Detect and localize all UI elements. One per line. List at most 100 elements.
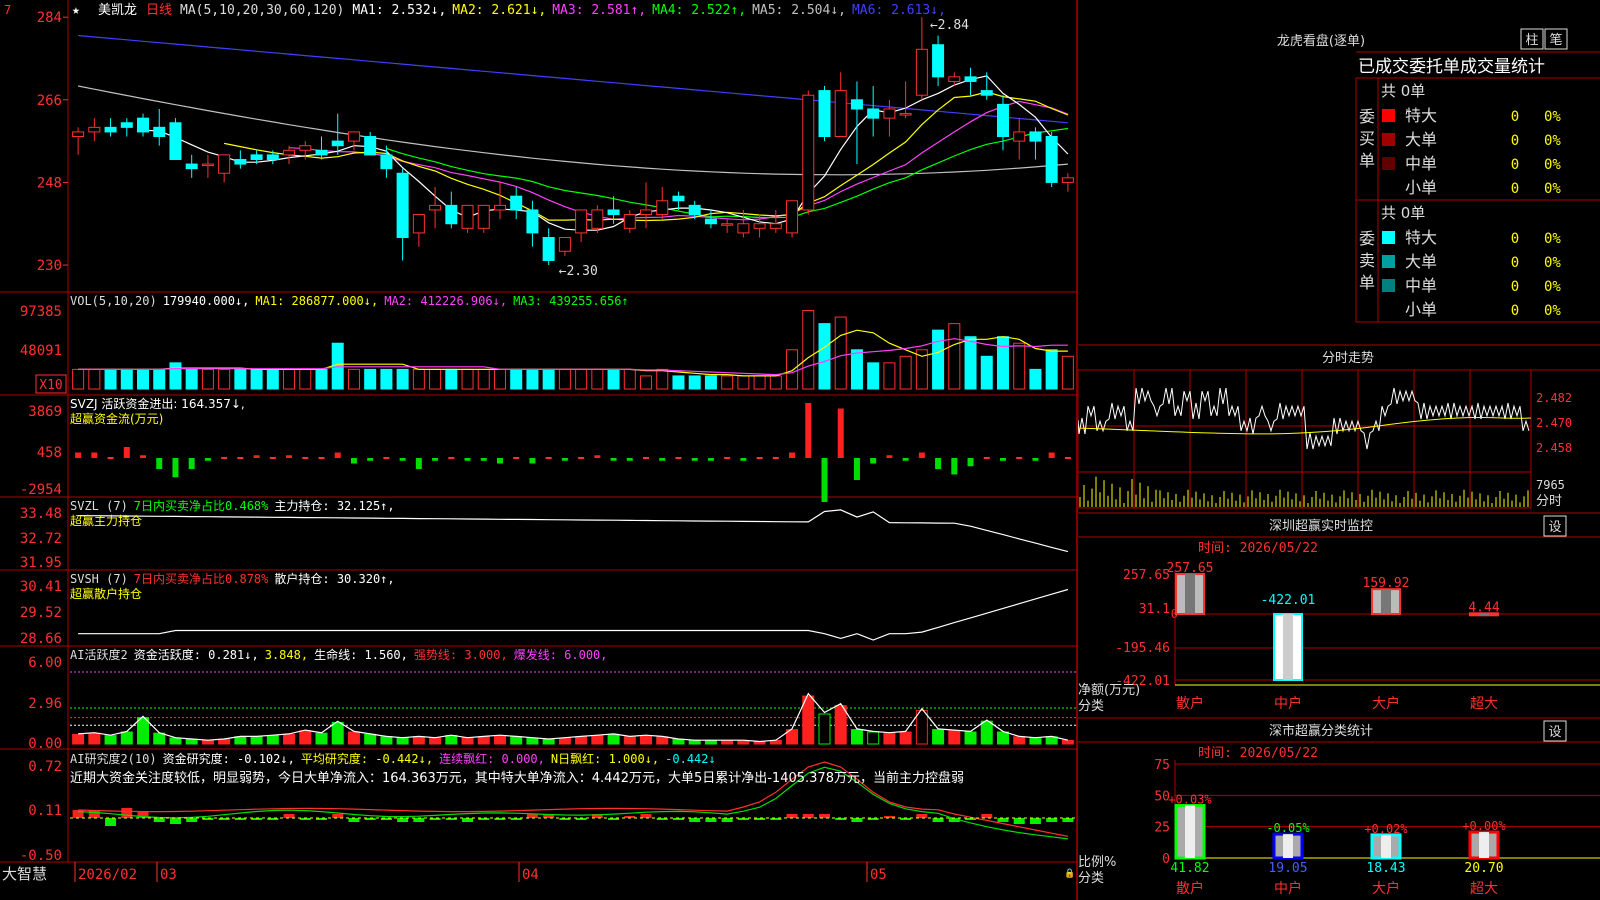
candle-body[interactable] xyxy=(802,94,815,211)
candle-body[interactable] xyxy=(461,204,474,229)
candle-body[interactable] xyxy=(786,200,799,234)
candle-body[interactable] xyxy=(493,204,506,211)
candle-body[interactable] xyxy=(137,117,150,133)
candle-body[interactable] xyxy=(1061,177,1074,183)
bar-mode-label: 柱 xyxy=(1525,33,1538,48)
sell-block-color-swatch xyxy=(1382,279,1395,292)
candle-body[interactable] xyxy=(234,158,247,165)
volume-bar xyxy=(201,368,214,390)
candle-body[interactable] xyxy=(818,90,831,138)
candle-body[interactable] xyxy=(980,90,993,96)
candle-body[interactable] xyxy=(1045,136,1058,183)
svzj-bar xyxy=(204,458,211,461)
intraday-price-tick: 2.458 xyxy=(1536,441,1572,455)
volume-bar xyxy=(704,375,717,390)
candle-body[interactable] xyxy=(510,195,523,211)
candle-body[interactable] xyxy=(526,209,539,234)
candle-body[interactable] xyxy=(88,126,101,133)
candle-body[interactable] xyxy=(883,108,896,119)
research-bar xyxy=(786,814,798,818)
candle-body[interactable] xyxy=(104,126,117,133)
candle-body[interactable] xyxy=(575,209,588,234)
candle-body[interactable] xyxy=(915,48,928,96)
candle-body[interactable] xyxy=(623,214,636,229)
class-cat: 超大 xyxy=(1470,881,1498,897)
activity-bar xyxy=(656,736,669,745)
candle-body[interactable] xyxy=(542,237,555,261)
candle-body[interactable] xyxy=(347,131,360,142)
candle-body[interactable] xyxy=(185,163,198,170)
vol-y-tick: 97385 xyxy=(20,304,62,320)
candle-body[interactable] xyxy=(120,122,133,128)
candle-body[interactable] xyxy=(250,154,263,160)
candle-body[interactable] xyxy=(445,204,458,225)
candle-body[interactable] xyxy=(1013,131,1026,142)
candle-body[interactable] xyxy=(412,214,425,234)
candle-body[interactable] xyxy=(672,195,685,202)
research-bar xyxy=(283,814,295,818)
candle-body[interactable] xyxy=(656,200,669,216)
research-header-1: 资金研究度: -0.102↓, xyxy=(163,751,295,766)
candle-body[interactable] xyxy=(266,154,279,160)
candle-body[interactable] xyxy=(218,154,231,174)
candle-body[interactable] xyxy=(899,113,912,116)
activity-bar xyxy=(1029,737,1042,745)
candle-body[interactable] xyxy=(331,140,344,147)
candle-body[interactable] xyxy=(396,172,409,239)
vol-header-3: MA2: 412226.906↓, xyxy=(384,294,507,308)
candle-body[interactable] xyxy=(867,108,880,119)
svzj-bar xyxy=(789,452,796,458)
svzj-bar xyxy=(253,455,260,458)
svzj-bar xyxy=(1064,457,1071,459)
candle-body[interactable] xyxy=(850,99,863,110)
candle-body[interactable] xyxy=(429,204,442,211)
candle-body[interactable] xyxy=(737,223,750,234)
candle-body[interactable] xyxy=(380,154,393,170)
candle-body[interactable] xyxy=(932,44,945,78)
candle-body[interactable] xyxy=(996,103,1009,138)
candle-body[interactable] xyxy=(201,163,214,167)
candle-body[interactable] xyxy=(591,209,604,229)
candle-body[interactable] xyxy=(834,90,847,138)
volume-bar xyxy=(218,368,231,390)
candle-body[interactable] xyxy=(153,126,166,138)
candle-body[interactable] xyxy=(299,145,312,151)
svzj-bar xyxy=(107,457,114,459)
candle-body[interactable] xyxy=(283,149,296,156)
svzj-bar xyxy=(578,457,585,459)
candle-body[interactable] xyxy=(607,209,620,216)
candle-body[interactable] xyxy=(688,204,701,216)
candle-body[interactable] xyxy=(315,149,328,156)
sell-block-row-label: 大单 xyxy=(1405,252,1437,271)
candle-body[interactable] xyxy=(72,131,85,138)
candle-body[interactable] xyxy=(721,223,734,226)
volume-bar xyxy=(542,368,555,390)
svzj-bar xyxy=(983,457,990,459)
activity-bar xyxy=(932,729,945,745)
candle-body[interactable] xyxy=(964,76,977,82)
candle-body[interactable] xyxy=(753,223,766,229)
class-cat: 散户 xyxy=(1176,880,1204,897)
candle-body[interactable] xyxy=(769,223,782,229)
volume-bar xyxy=(88,368,101,390)
monitor-bar-core xyxy=(1185,574,1195,614)
kline-chart-area[interactable]: 284 266 248 230 ←2.84 ←2.30 7 ★ 美凯龙 日线 MA(5,10,20,… xyxy=(0,0,1078,900)
research-bar xyxy=(1046,818,1058,822)
candle-body[interactable] xyxy=(477,204,490,229)
activity-bar xyxy=(347,731,360,745)
activity-bar xyxy=(412,736,425,745)
svzj-bar xyxy=(756,457,763,459)
candle-body[interactable] xyxy=(364,136,377,156)
activity-bar xyxy=(315,732,328,745)
candle-body[interactable] xyxy=(558,237,571,252)
research-header-0: AI研究度2(10) xyxy=(70,751,157,766)
candle-body[interactable] xyxy=(704,218,717,225)
candle-body[interactable] xyxy=(1029,131,1042,142)
activity-bar xyxy=(137,717,150,745)
ma-value-6: MA6: 2.613↓, xyxy=(852,3,946,18)
candle-body[interactable] xyxy=(640,209,653,216)
research-bar xyxy=(526,814,538,818)
candle-body[interactable] xyxy=(169,122,182,160)
candle-body[interactable] xyxy=(948,76,961,82)
buy-block-row-pct: 0% xyxy=(1544,109,1561,125)
